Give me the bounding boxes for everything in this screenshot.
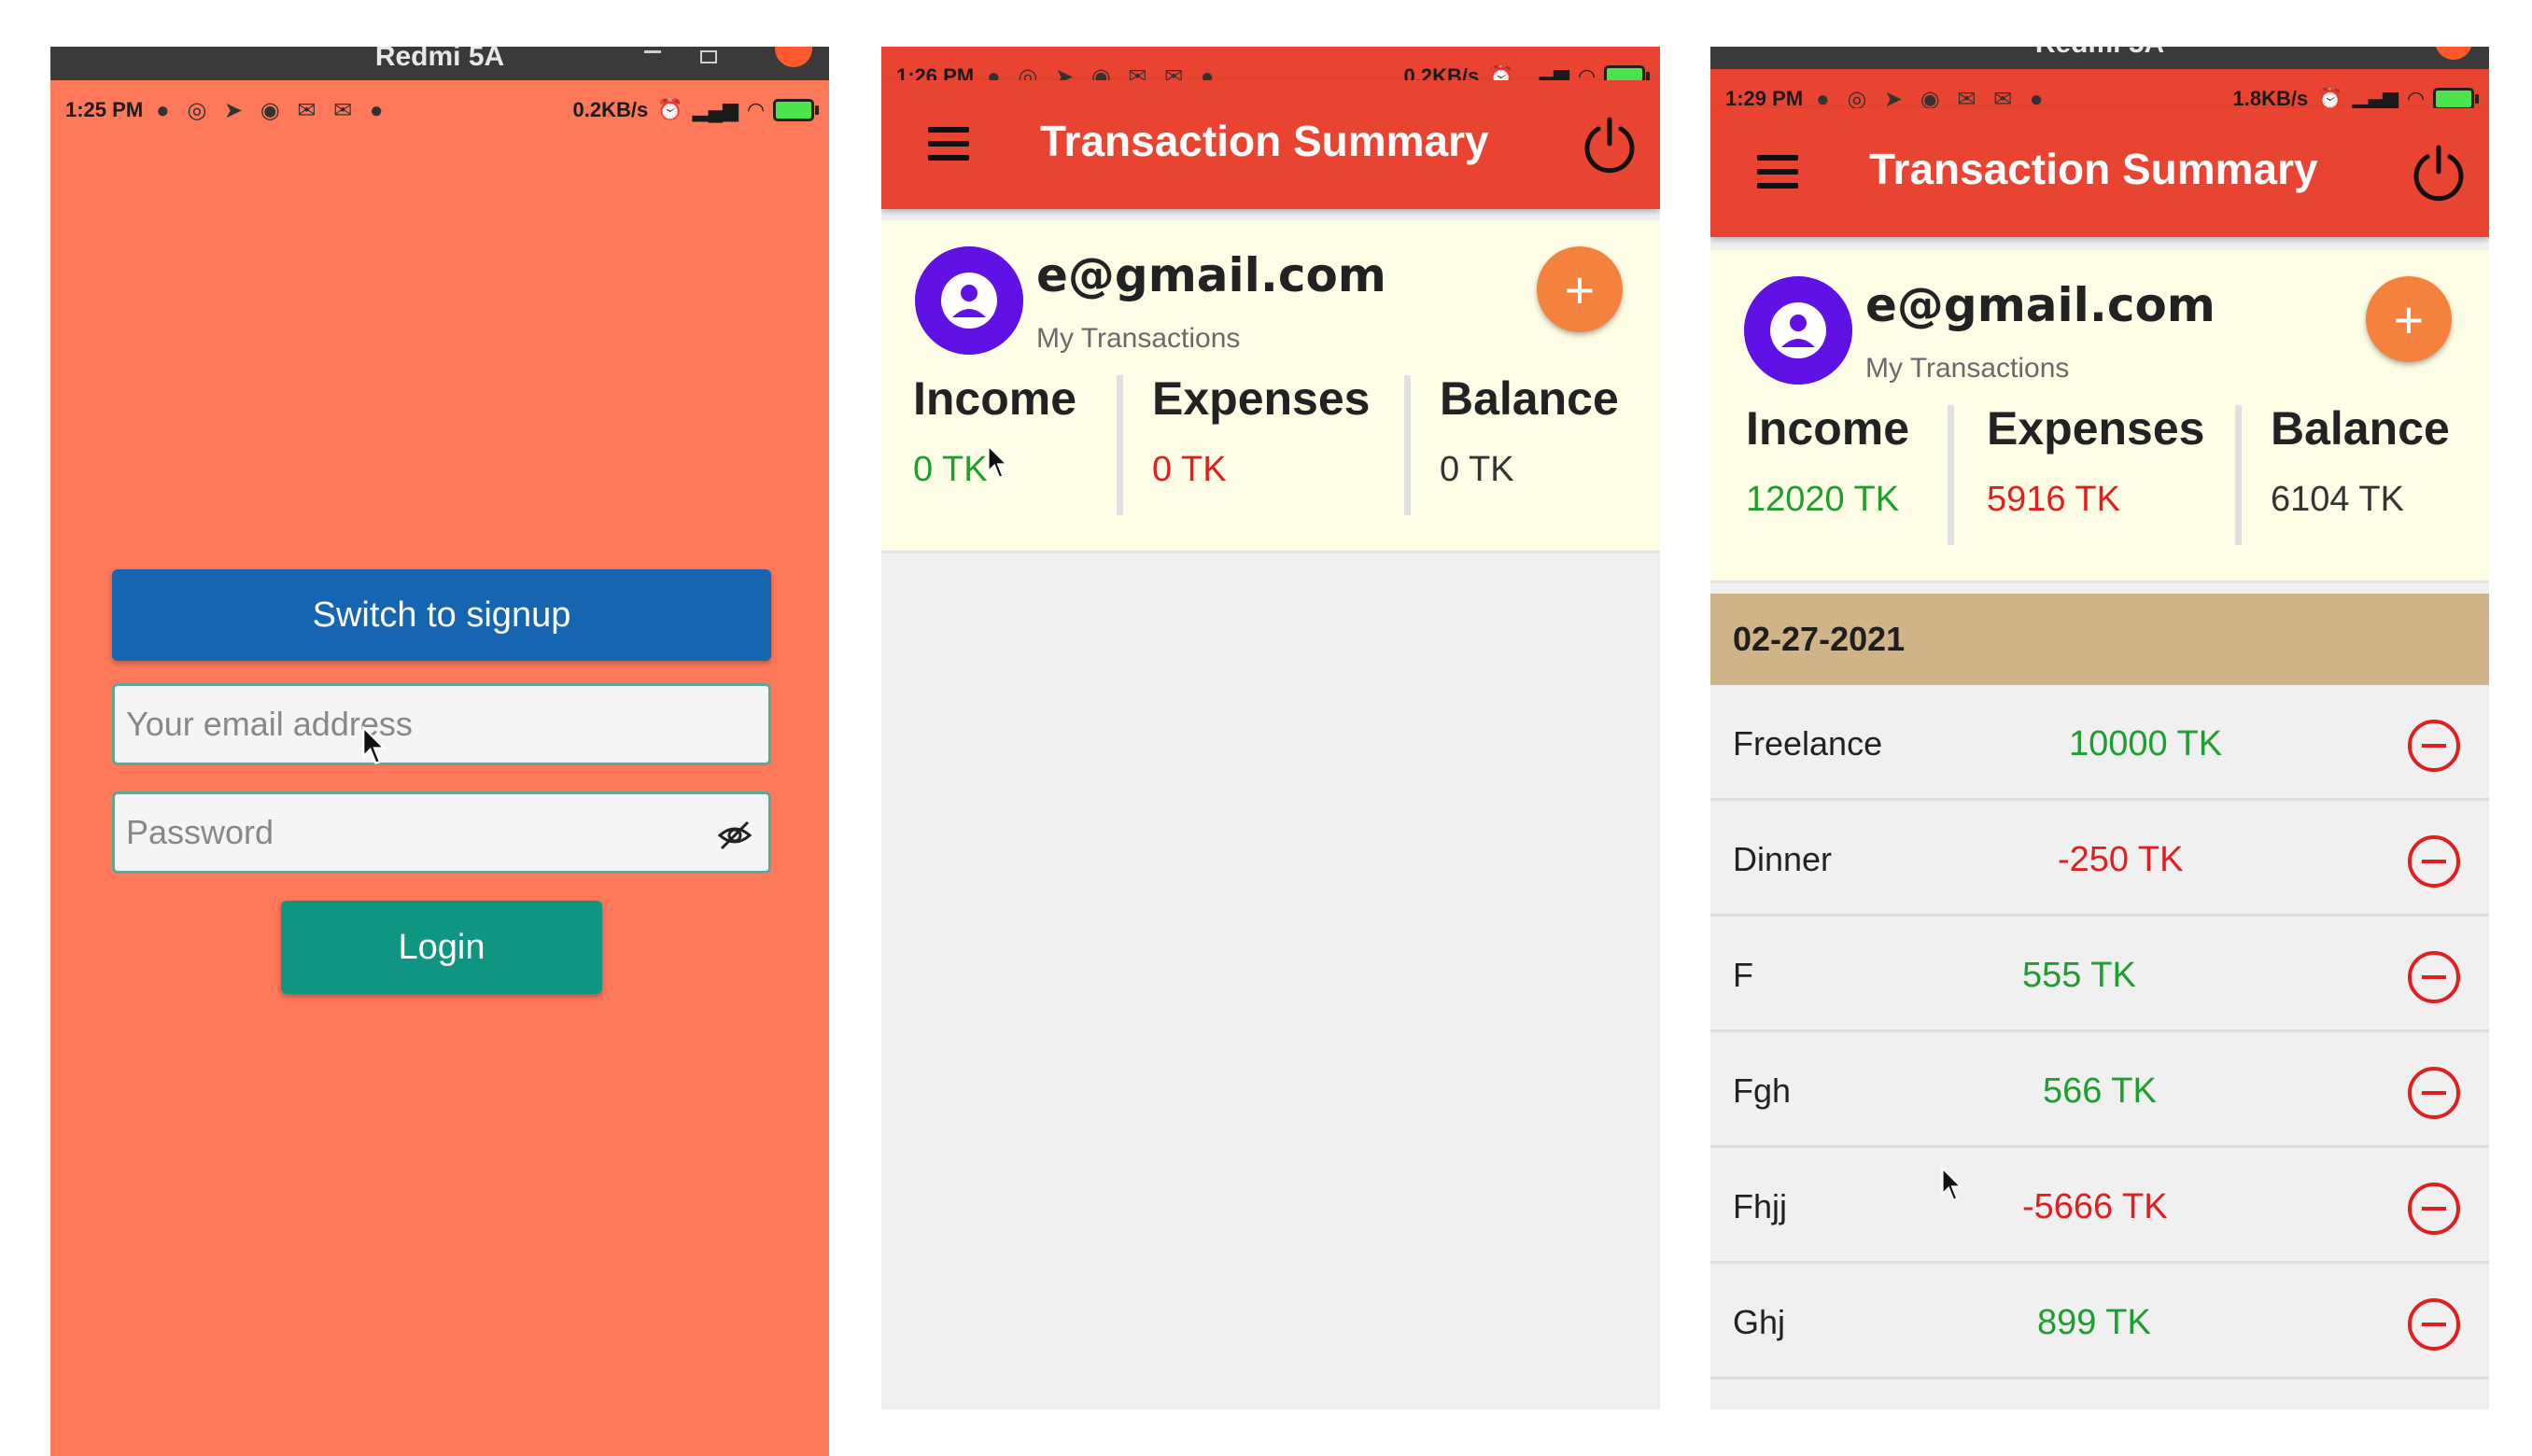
income-value: 12020 TK: [1746, 480, 1900, 519]
switch-to-signup-button[interactable]: Switch to signup: [112, 569, 771, 661]
delete-transaction-icon[interactable]: [2407, 1182, 2461, 1236]
minimize-control[interactable]: [644, 50, 661, 53]
page-title: Transaction Summary: [1040, 117, 1489, 165]
transaction-amount: 899 TK: [2037, 1303, 2151, 1342]
summary-card: e@gmail.com My Transactions + Income 0 T…: [881, 220, 1660, 553]
page-title: Transaction Summary: [1869, 145, 2318, 193]
transaction-row: F 555 TK: [1710, 917, 2489, 1032]
expenses-column: Expenses 5916 TK: [1987, 401, 2204, 520]
balance-value: 6104 TK: [2271, 480, 2404, 519]
logout-power-icon[interactable]: [1580, 116, 1639, 175]
add-transaction-button[interactable]: +: [1537, 246, 1623, 332]
income-label: Income: [1746, 402, 1910, 455]
battery-icon: [773, 99, 819, 121]
menu-icon[interactable]: [928, 127, 969, 161]
add-transaction-button[interactable]: +: [2366, 276, 2452, 362]
column-divider: [1117, 375, 1123, 515]
expenses-column: Expenses 0 TK: [1152, 371, 1370, 490]
login-button[interactable]: Login: [281, 901, 602, 994]
balance-column: Balance 6104 TK: [2271, 401, 2450, 520]
empty-summary-screen: 1:26 PM ● ◎ ➤ ◉ ✉ ✉ ● 0.2KB/s ⏰ ▂▄▆ ◠ Tr…: [881, 47, 1660, 1409]
status-time: 1:25 PM: [65, 98, 144, 121]
expenses-value: 5916 TK: [1987, 480, 2120, 519]
transaction-name: Ghj: [1733, 1303, 1786, 1341]
restore-control[interactable]: [700, 50, 717, 63]
network-speed: 0.2KB/s: [572, 98, 649, 121]
mouse-pointer-icon: [987, 444, 1009, 479]
balance-value: 0 TK: [1440, 450, 1514, 489]
signal-icon: ▂▄▆: [692, 98, 739, 121]
delete-transaction-icon[interactable]: [2407, 1066, 2461, 1120]
window-frame: Redmi 5A: [50, 47, 829, 80]
summary-screen: Redmi 5A 1:29 PM ● ◎ ➤ ◉ ✉ ✉ ● 1.8KB/s ⏰…: [1710, 47, 2489, 1409]
user-email: e@gmail.com: [1865, 278, 2216, 332]
column-divider: [1404, 375, 1411, 515]
password-placeholder: Password: [126, 813, 274, 851]
transaction-row: Freelance 10000 TK: [1710, 685, 2489, 801]
app-bar: Transaction Summary: [881, 80, 1660, 209]
my-transactions-label: My Transactions: [1036, 323, 1241, 354]
password-input[interactable]: Password: [112, 791, 771, 874]
transaction-amount: 555 TK: [2022, 956, 2136, 995]
balance-label: Balance: [1440, 372, 1619, 425]
transaction-name: Fhjj: [1733, 1187, 1788, 1225]
battery-icon: [2433, 88, 2479, 110]
notification-icons: ● ◎ ➤ ◉ ✉ ✉ ●: [156, 97, 389, 123]
status-bar: 1:25 PM ● ◎ ➤ ◉ ✉ ✉ ● 0.2KB/s ⏰ ▂▄▆ ◠: [50, 80, 829, 140]
transaction-name: Fgh: [1733, 1071, 1792, 1110]
app-bar: Transaction Summary: [1710, 108, 2489, 237]
income-column: Income 12020 TK: [1746, 401, 1909, 520]
column-divider: [2235, 405, 2242, 545]
transaction-row: Dinner -250 TK: [1710, 801, 2489, 917]
mouse-pointer-icon: [362, 726, 387, 764]
summary-card: e@gmail.com My Transactions + Income 120…: [1710, 250, 2489, 583]
mouse-pointer-icon: [1941, 1167, 1963, 1201]
balance-label: Balance: [2271, 402, 2450, 455]
balance-column: Balance 0 TK: [1440, 371, 1619, 490]
transaction-amount: -5666 TK: [2022, 1187, 2168, 1226]
transaction-name: Freelance: [1733, 724, 1883, 763]
transaction-amount: 10000 TK: [2069, 724, 2223, 763]
window-frame: Redmi 5A: [1710, 47, 2489, 69]
wifi-icon: ◠: [748, 98, 764, 121]
transaction-amount: -250 TK: [2058, 840, 2184, 879]
date-header: 02-27-2021: [1710, 594, 2489, 685]
transaction-name: F: [1733, 956, 1753, 994]
delete-transaction-icon[interactable]: [2407, 950, 2461, 1004]
alarm-icon: ⏰: [657, 98, 683, 121]
expenses-value: 0 TK: [1152, 450, 1227, 489]
my-transactions-label: My Transactions: [1865, 353, 2070, 384]
menu-icon[interactable]: [1757, 155, 1798, 189]
user-email: e@gmail.com: [1036, 248, 1386, 302]
delete-transaction-icon[interactable]: [2407, 719, 2461, 773]
avatar-icon: [1744, 276, 1852, 385]
avatar-icon: [915, 246, 1023, 355]
transaction-row: Fhjj -5666 TK: [1710, 1148, 2489, 1264]
transaction-row: Fgh 566 TK: [1710, 1032, 2489, 1148]
transaction-name: Dinner: [1733, 840, 1833, 878]
income-label: Income: [913, 372, 1077, 425]
window-title: Redmi 5A: [1710, 47, 2489, 60]
logout-power-icon[interactable]: [2409, 144, 2469, 203]
transaction-amount: 566 TK: [2043, 1071, 2157, 1111]
expenses-label: Expenses: [1152, 372, 1371, 425]
delete-transaction-icon[interactable]: [2407, 1297, 2461, 1351]
login-screen: Redmi 5A 1:25 PM ● ◎ ➤ ◉ ✉ ✉ ● 0.2KB/s ⏰…: [50, 47, 829, 1456]
hide-password-icon[interactable]: [716, 817, 753, 854]
expenses-label: Expenses: [1987, 402, 2205, 455]
transaction-row: Ghj 899 TK: [1710, 1264, 2489, 1379]
column-divider: [1948, 405, 1954, 545]
email-input[interactable]: Your email address: [112, 683, 771, 765]
delete-transaction-icon[interactable]: [2407, 834, 2461, 889]
